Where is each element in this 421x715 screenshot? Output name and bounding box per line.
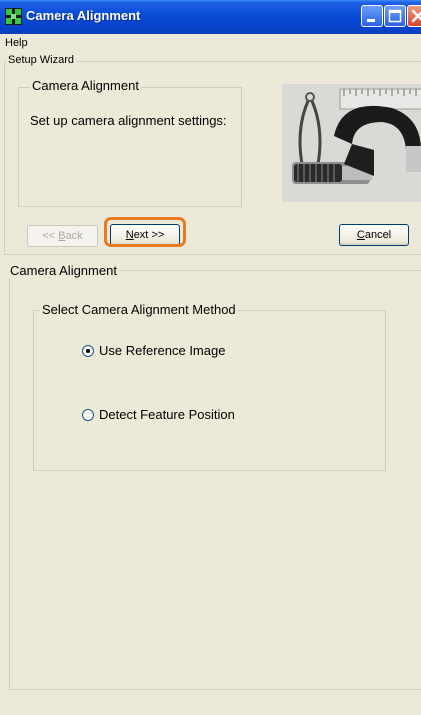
minimize-button[interactable] (361, 5, 383, 27)
back-button-label: << Back (42, 230, 83, 242)
minimize-icon (367, 19, 375, 22)
use-reference-image-label: Use Reference Image (99, 343, 226, 358)
wizard-info-description: Set up camera alignment settings: (30, 113, 227, 128)
wizard-info-box (18, 87, 242, 207)
close-icon (411, 9, 421, 23)
option-detect-feature-position[interactable]: Detect Feature Position (80, 406, 280, 424)
setup-wizard-label: Setup Wizard (6, 54, 77, 66)
next-button-highlight (104, 217, 186, 247)
measurement-tools-illustration (282, 84, 421, 202)
detect-feature-position-label: Detect Feature Position (99, 407, 235, 422)
close-button[interactable] (407, 5, 421, 27)
cancel-button[interactable]: Cancel (339, 224, 409, 246)
app-icon (5, 8, 22, 25)
radio-detect-feature-position[interactable] (82, 409, 94, 421)
camera-alignment-group-label: Camera Alignment (8, 263, 119, 278)
back-button[interactable]: << Back (27, 225, 98, 247)
radio-use-reference-image[interactable] (82, 345, 94, 357)
alignment-method-label: Select Camera Alignment Method (40, 302, 238, 317)
camera-alignment-window: Camera Alignment Help Setup Wizard Camer… (0, 0, 421, 715)
calipers-micrometer-image (282, 84, 421, 202)
maximize-button[interactable] (384, 5, 406, 27)
maximize-icon (388, 9, 402, 23)
menu-help[interactable]: Help (5, 37, 28, 49)
cancel-button-label: Cancel (356, 229, 392, 241)
radio-selected-dot (86, 349, 90, 353)
window-title: Camera Alignment (26, 8, 141, 23)
wizard-info-title: Camera Alignment (30, 78, 141, 93)
alignment-method-group (33, 310, 386, 471)
title-bar[interactable]: Camera Alignment (0, 0, 421, 34)
option-use-reference-image[interactable]: Use Reference Image (80, 342, 270, 360)
menu-bar: Help (0, 34, 421, 52)
